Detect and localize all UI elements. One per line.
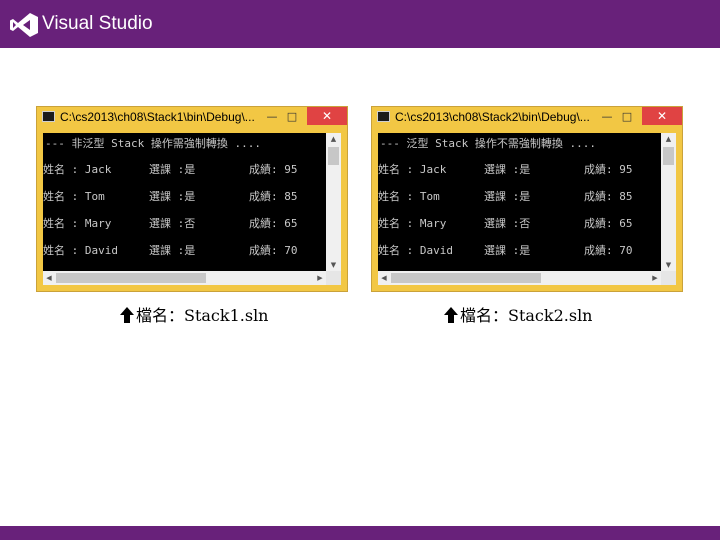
row-name: 姓名 : David bbox=[378, 244, 453, 257]
row-name: 姓名 : Jack bbox=[378, 163, 447, 176]
row-score: 成績: 70 bbox=[584, 244, 633, 257]
maximize-icon[interactable]: □ bbox=[283, 110, 301, 124]
row-score: 成績: 65 bbox=[584, 217, 633, 230]
caption-stack1: 檔名：Stack1.sln bbox=[120, 302, 269, 326]
row-score: 成績: 70 bbox=[249, 244, 298, 257]
row-name: 姓名 : Tom bbox=[43, 190, 105, 203]
scrollbar-corner bbox=[661, 271, 676, 285]
horizontal-scrollbar[interactable]: ◀ ▶ bbox=[43, 271, 326, 285]
scroll-right-icon[interactable]: ▶ bbox=[649, 271, 661, 285]
window-title: C:\cs2013\ch08\Stack1\bin\Debug\... bbox=[60, 110, 255, 124]
close-icon[interactable]: ✕ bbox=[642, 107, 682, 125]
vertical-scrollbar[interactable]: ▲ ▼ bbox=[326, 133, 341, 271]
row-elective: 選課 :是 bbox=[484, 244, 531, 257]
up-arrow-icon bbox=[444, 307, 458, 323]
console-text-area: --- 泛型 Stack 操作不需強制轉換 .... 姓名 : Jack 選課 … bbox=[378, 133, 661, 271]
title-bar[interactable]: C:\cs2013\ch08\Stack2\bin\Debug\... — □ … bbox=[372, 107, 682, 127]
title-bar[interactable]: C:\cs2013\ch08\Stack1\bin\Debug\... — □ … bbox=[37, 107, 347, 127]
console-app-icon bbox=[42, 111, 55, 122]
row-elective: 選課 :否 bbox=[149, 217, 196, 230]
bottom-bar bbox=[0, 526, 720, 540]
console-window-stack2[interactable]: C:\cs2013\ch08\Stack2\bin\Debug\... — □ … bbox=[371, 106, 683, 292]
console-app-icon bbox=[377, 111, 390, 122]
horizontal-scroll-thumb[interactable] bbox=[391, 273, 541, 283]
caption-text: 檔名：Stack2.sln bbox=[460, 306, 593, 325]
vertical-scrollbar[interactable]: ▲ ▼ bbox=[661, 133, 676, 271]
console-header-line: --- 泛型 Stack 操作不需強制轉換 .... bbox=[380, 137, 596, 150]
console-text-area: --- 非泛型 Stack 操作需強制轉換 .... 姓名 : Jack 選課 … bbox=[43, 133, 326, 271]
row-elective: 選課 :是 bbox=[149, 190, 196, 203]
scroll-right-icon[interactable]: ▶ bbox=[314, 271, 326, 285]
minimize-icon[interactable]: — bbox=[598, 110, 616, 124]
console-window-stack1[interactable]: C:\cs2013\ch08\Stack1\bin\Debug\... — □ … bbox=[36, 106, 348, 292]
row-name: 姓名 : David bbox=[43, 244, 118, 257]
row-score: 成績: 95 bbox=[249, 163, 298, 176]
window-title: C:\cs2013\ch08\Stack2\bin\Debug\... bbox=[395, 110, 590, 124]
scroll-up-icon[interactable]: ▲ bbox=[326, 133, 341, 145]
row-elective: 選課 :是 bbox=[149, 244, 196, 257]
row-score: 成績: 85 bbox=[249, 190, 298, 203]
console-header-line: --- 非泛型 Stack 操作需強制轉換 .... bbox=[45, 137, 261, 150]
caption-text: 檔名：Stack1.sln bbox=[136, 306, 269, 325]
up-arrow-icon bbox=[120, 307, 134, 323]
scroll-left-icon[interactable]: ◀ bbox=[43, 271, 55, 285]
scrollbar-corner bbox=[326, 271, 341, 285]
row-elective: 選課 :是 bbox=[484, 190, 531, 203]
row-score: 成績: 85 bbox=[584, 190, 633, 203]
minimize-icon[interactable]: — bbox=[263, 110, 281, 124]
row-elective: 選課 :是 bbox=[484, 163, 531, 176]
scroll-down-icon[interactable]: ▼ bbox=[661, 259, 676, 271]
close-icon[interactable]: ✕ bbox=[307, 107, 347, 125]
scroll-up-icon[interactable]: ▲ bbox=[661, 133, 676, 145]
console-output: --- 泛型 Stack 操作不需強制轉換 .... 姓名 : Jack 選課 … bbox=[378, 133, 676, 285]
scroll-left-icon[interactable]: ◀ bbox=[378, 271, 390, 285]
maximize-icon[interactable]: □ bbox=[618, 110, 636, 124]
top-bar: Visual Studio bbox=[0, 0, 720, 48]
console-output: --- 非泛型 Stack 操作需強制轉換 .... 姓名 : Jack 選課 … bbox=[43, 133, 341, 285]
vertical-scroll-thumb[interactable] bbox=[328, 147, 339, 165]
vertical-scroll-thumb[interactable] bbox=[663, 147, 674, 165]
app-title: Visual Studio bbox=[42, 13, 153, 34]
row-score: 成績: 65 bbox=[249, 217, 298, 230]
visual-studio-logo-icon bbox=[10, 13, 38, 37]
row-name: 姓名 : Tom bbox=[378, 190, 440, 203]
row-name: 姓名 : Jack bbox=[43, 163, 112, 176]
horizontal-scrollbar[interactable]: ◀ ▶ bbox=[378, 271, 661, 285]
horizontal-scroll-thumb[interactable] bbox=[56, 273, 206, 283]
row-elective: 選課 :否 bbox=[484, 217, 531, 230]
row-elective: 選課 :是 bbox=[149, 163, 196, 176]
scroll-down-icon[interactable]: ▼ bbox=[326, 259, 341, 271]
caption-stack2: 檔名：Stack2.sln bbox=[444, 302, 593, 326]
row-name: 姓名 : Mary bbox=[378, 217, 447, 230]
row-score: 成績: 95 bbox=[584, 163, 633, 176]
row-name: 姓名 : Mary bbox=[43, 217, 112, 230]
